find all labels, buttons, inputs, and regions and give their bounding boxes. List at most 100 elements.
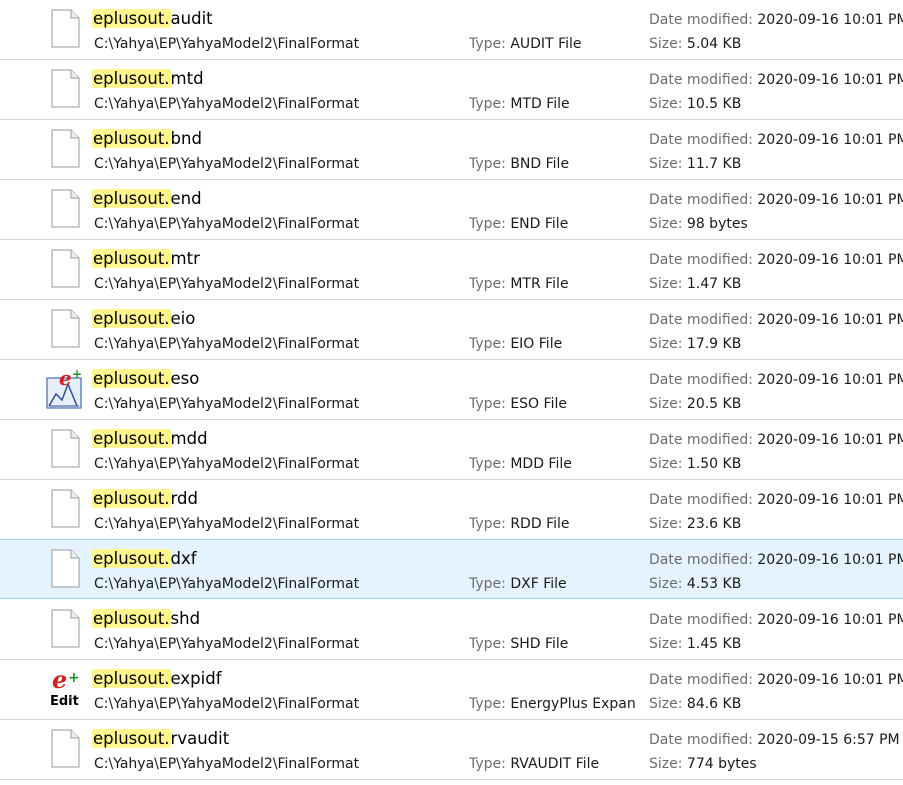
- size-label: Size:: [649, 216, 683, 232]
- file-extension: rdd: [170, 489, 198, 508]
- file-name: eplusout.eso: [92, 367, 199, 391]
- date-modified-value: 2020-09-16 10:01 PM: [757, 492, 903, 508]
- date-modified-value: 2020-09-16 10:01 PM: [757, 192, 903, 208]
- file-size-value: 1.47 KB: [686, 276, 742, 292]
- file-type-value: BND File: [510, 156, 570, 172]
- file-size-value: 98 bytes: [686, 216, 748, 232]
- file-path: C:\Yahya\EP\YahyaModel2\FinalFormat: [94, 36, 360, 52]
- date-modified-value: 2020-09-16 10:01 PM: [757, 432, 903, 448]
- file-name: eplusout.mtd: [92, 67, 204, 91]
- file-result-row[interactable]: eplusout.mdd C:\Yahya\EP\YahyaModel2\Fin…: [0, 420, 903, 480]
- file-size: Size: 17.9 KB: [649, 336, 741, 352]
- file-name: eplusout.dxf: [92, 547, 197, 571]
- file-result-row[interactable]: eplusout.mtd C:\Yahya\EP\YahyaModel2\Fin…: [0, 60, 903, 120]
- file-size-value: 23.6 KB: [686, 516, 742, 532]
- file-size-value: 1.45 KB: [686, 636, 742, 652]
- file-size: Size: 10.5 KB: [649, 96, 741, 112]
- file-type-value: AUDIT File: [510, 36, 582, 52]
- file-type-value: SHD File: [510, 636, 569, 652]
- date-modified: Date modified: 2020-09-16 10:01 PM: [649, 432, 903, 448]
- file-name: eplusout.rvaudit: [92, 727, 230, 751]
- file-result-row[interactable]: eplusout.end C:\Yahya\EP\YahyaModel2\Fin…: [0, 180, 903, 240]
- file-size-value: 17.9 KB: [686, 336, 742, 352]
- file-size: Size: 20.5 KB: [649, 396, 741, 412]
- file-result-row[interactable]: eplusout.bnd C:\Yahya\EP\YahyaModel2\Fin…: [0, 120, 903, 180]
- date-modified-value: 2020-09-16 10:01 PM: [757, 72, 903, 88]
- date-modified-label: Date modified:: [649, 132, 753, 148]
- file-path: C:\Yahya\EP\YahyaModel2\FinalFormat: [94, 516, 360, 532]
- date-modified: Date modified: 2020-09-16 10:01 PM: [649, 492, 903, 508]
- file-result-row[interactable]: eplusout.eio C:\Yahya\EP\YahyaModel2\Fin…: [0, 300, 903, 360]
- search-match-highlight: eplusout.: [92, 729, 171, 748]
- file-result-row[interactable]: e + eplusout.eso C:\Yahya\EP\YahyaModel2\…: [0, 360, 903, 420]
- file-result-row[interactable]: eplusout.rvaudit C:\Yahya\EP\YahyaModel2…: [0, 720, 903, 780]
- file-type-value: END File: [510, 216, 569, 232]
- file-result-row[interactable]: e + Edit eplusout.expidf C:\Yahya\EP\Yahya…: [0, 660, 903, 720]
- file-extension: bnd: [170, 129, 202, 148]
- date-modified-label: Date modified:: [649, 492, 753, 508]
- file-result-row[interactable]: eplusout.rdd C:\Yahya\EP\YahyaModel2\Fin…: [0, 480, 903, 540]
- file-type: Type: EnergyPlus Expan...: [469, 696, 637, 712]
- search-match-highlight: eplusout.: [92, 669, 171, 688]
- type-label: Type:: [469, 336, 506, 352]
- size-label: Size:: [649, 516, 683, 532]
- file-path: C:\Yahya\EP\YahyaModel2\FinalFormat: [94, 96, 360, 112]
- date-modified: Date modified: 2020-09-16 10:01 PM: [649, 612, 903, 628]
- file-size: Size: 1.47 KB: [649, 276, 741, 292]
- generic-file-icon: [46, 428, 86, 470]
- generic-file-icon: [46, 188, 86, 230]
- search-results-list: eplusout. audit C:\Yahya\EP\YahyaModel2\F…: [0, 0, 903, 785]
- file-extension: end: [170, 189, 202, 208]
- file-type: Type: DXF File: [469, 576, 637, 592]
- type-label: Type:: [469, 456, 506, 472]
- search-match-highlight: eplusout.: [92, 129, 171, 148]
- file-size: Size: 774 bytes: [649, 756, 757, 772]
- search-match-highlight: eplusout.: [92, 549, 171, 568]
- size-label: Size:: [649, 756, 683, 772]
- file-type-value: MDD File: [510, 456, 572, 472]
- file-type: Type: MTR File: [469, 276, 637, 292]
- date-modified-value: 2020-09-16 10:01 PM: [757, 612, 903, 628]
- generic-file-icon: [46, 608, 86, 650]
- file-path: C:\Yahya\EP\YahyaModel2\FinalFormat: [94, 696, 360, 712]
- generic-file-icon: [46, 128, 86, 170]
- date-modified: Date modified: 2020-09-16 10:01 PM: [649, 672, 903, 688]
- size-label: Size:: [649, 396, 683, 412]
- size-label: Size:: [649, 336, 683, 352]
- file-path: C:\Yahya\EP\YahyaModel2\FinalFormat: [94, 456, 360, 472]
- file-result-row[interactable]: eplusout.mtr C:\Yahya\EP\YahyaModel2\Fin…: [0, 240, 903, 300]
- file-extension: expidf: [170, 669, 222, 688]
- generic-file-icon: [46, 308, 86, 350]
- file-path: C:\Yahya\EP\YahyaModel2\FinalFormat: [94, 336, 360, 352]
- file-path: C:\Yahya\EP\YahyaModel2\FinalFormat: [94, 216, 360, 232]
- file-name: eplusout.rdd: [92, 487, 198, 511]
- type-label: Type:: [469, 396, 506, 412]
- file-result-row[interactable]: eplusout.audit C:\Yahya\EP\YahyaModel2\F…: [0, 0, 903, 60]
- file-result-row[interactable]: eplusout.dxf C:\Yahya\EP\YahyaModel2\Fin…: [0, 539, 903, 599]
- date-modified: Date modified: 2020-09-16 10:01 PM: [649, 12, 903, 28]
- file-path: C:\Yahya\EP\YahyaModel2\FinalFormat: [94, 636, 360, 652]
- date-modified: Date modified: 2020-09-16 10:01 PM: [649, 312, 903, 328]
- file-name: eplusout.mdd: [92, 427, 208, 451]
- size-label: Size:: [649, 276, 683, 292]
- file-extension: audit: [170, 9, 213, 28]
- date-modified-value: 2020-09-15 6:57 PM: [757, 732, 900, 748]
- type-label: Type:: [469, 276, 506, 292]
- file-name: eplusout.bnd: [92, 127, 202, 151]
- file-result-row[interactable]: eplusout.shd C:\Yahya\EP\YahyaModel2\Fin…: [0, 600, 903, 660]
- file-name: eplusout.eio: [92, 307, 195, 331]
- file-extension: mtr: [170, 249, 200, 268]
- generic-file-icon: [46, 548, 86, 590]
- file-size-value: 1.50 KB: [686, 456, 742, 472]
- type-label: Type:: [469, 156, 506, 172]
- size-label: Size:: [649, 36, 683, 52]
- file-path: C:\Yahya\EP\YahyaModel2\FinalFormat: [94, 276, 360, 292]
- file-size: Size: 5.04 KB: [649, 36, 741, 52]
- type-label: Type:: [469, 636, 506, 652]
- size-label: Size:: [649, 576, 683, 592]
- file-extension: rvaudit: [170, 729, 230, 748]
- file-extension: shd: [170, 609, 201, 628]
- date-modified-label: Date modified:: [649, 372, 753, 388]
- file-type: Type: AUDIT File: [469, 36, 637, 52]
- file-size-value: 84.6 KB: [686, 696, 742, 712]
